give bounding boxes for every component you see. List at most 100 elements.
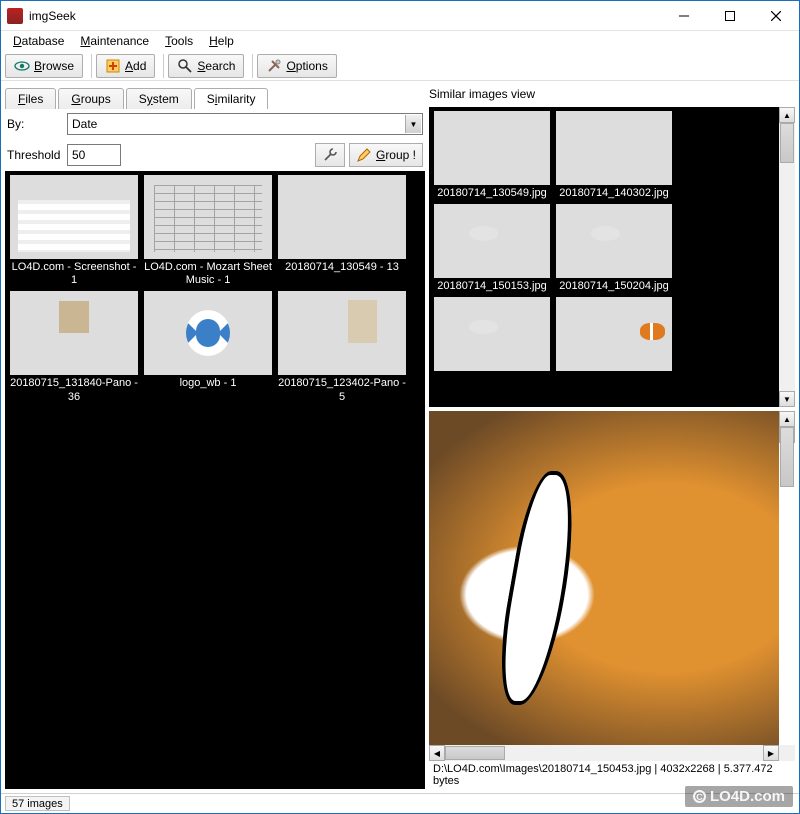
threshold-row: Threshold Group ! (5, 139, 425, 171)
thumbnail-item[interactable]: 20180714_150153.jpg (433, 204, 551, 293)
options-label: ptions (296, 59, 328, 73)
thumbnail-image (556, 297, 672, 371)
thumbnail-caption: 20180714_130549 - 13 (285, 261, 399, 274)
threshold-settings-button[interactable] (315, 143, 345, 167)
add-icon (105, 58, 121, 74)
thumbnail-item[interactable] (433, 297, 551, 373)
thumbnail-caption: logo_wb - 1 (180, 377, 237, 390)
left-thumbnail-area[interactable]: LO4D.com - Screenshot - 1LO4D.com - Moza… (5, 171, 425, 789)
group-button[interactable]: Group ! (349, 143, 423, 167)
scroll-left-icon[interactable]: ◀ (429, 745, 445, 761)
add-button[interactable]: Add (96, 54, 155, 78)
thumbnail-image (434, 204, 550, 278)
thumbnail-image (144, 291, 272, 375)
window-title: imgSeek (29, 9, 661, 23)
eye-icon (14, 58, 30, 74)
thumbnail-image (278, 175, 406, 259)
app-window: imgSeek Database Maintenance Tools Help … (0, 0, 800, 814)
thumbnail-caption: 20180715_123402-Pano - 5 (277, 377, 407, 403)
thumbnail-image (10, 175, 138, 259)
thumbnail-item[interactable]: logo_wb - 1 (143, 291, 273, 403)
browse-button[interactable]: Browse (5, 54, 83, 78)
menubar: Database Maintenance Tools Help (1, 31, 799, 51)
statusbar: 57 images (1, 793, 799, 813)
by-row: By: Date ▼ (5, 109, 425, 139)
similar-vertical-scrollbar[interactable]: ▲ ▼ (779, 107, 795, 407)
preview-image[interactable] (429, 411, 779, 745)
thumbnail-item[interactable] (555, 297, 673, 373)
scroll-right-icon[interactable]: ▶ (763, 745, 779, 761)
tab-groups[interactable]: Groups (58, 88, 123, 109)
similar-images-panel: 20180714_130549.jpg 20180714_140302.jpg 20… (429, 107, 795, 407)
scrollbar-thumb[interactable] (445, 746, 505, 760)
thumbnail-item[interactable]: 20180714_130549 - 13 (277, 175, 407, 287)
tab-similarity[interactable]: Similarity (194, 88, 269, 109)
left-column: Files Groups System Similarity By: Date … (5, 85, 425, 789)
right-column: Similar images view 20180714_130549.jpg2… (429, 85, 795, 789)
search-button[interactable]: Search (168, 54, 244, 78)
by-label: By: (7, 117, 63, 131)
toolbar-divider (252, 54, 253, 78)
scrollbar-thumb[interactable] (780, 427, 794, 487)
status-image-count: 57 images (5, 796, 70, 811)
thumbnail-item[interactable]: LO4D.com - Mozart Sheet Music - 1 (143, 175, 273, 287)
preview-status: D:\LO4D.com\Images\20180714_150453.jpg |… (429, 761, 795, 789)
titlebar: imgSeek (1, 1, 799, 31)
group-label: roup ! (385, 148, 416, 162)
close-button[interactable] (753, 1, 799, 31)
thumbnail-image (434, 111, 550, 185)
scroll-up-icon[interactable]: ▲ (779, 107, 795, 123)
scroll-corner (779, 745, 795, 761)
chevron-down-icon: ▼ (405, 115, 421, 133)
thumbnail-item[interactable]: 20180714_150204.jpg (555, 204, 673, 293)
add-label: dd (133, 59, 146, 73)
pencil-icon (356, 147, 372, 163)
thumbnail-image (10, 291, 138, 375)
thumbnail-item[interactable]: 20180715_131840-Pano - 36 (9, 291, 139, 403)
scrollbar-thumb[interactable] (780, 123, 794, 163)
content-area: Files Groups System Similarity By: Date … (1, 81, 799, 793)
menu-help[interactable]: Help (201, 32, 242, 50)
tab-files[interactable]: Files (5, 88, 56, 109)
options-button[interactable]: Options (257, 54, 336, 78)
by-combobox[interactable]: Date ▼ (67, 113, 423, 135)
thumbnail-caption: LO4D.com - Screenshot - 1 (9, 261, 139, 287)
thumbnail-item[interactable]: 20180714_140302.jpg (555, 111, 673, 200)
scroll-up-icon[interactable]: ▲ (779, 411, 795, 427)
preview-horizontal-scrollbar[interactable]: ◀ ▶ (429, 745, 779, 761)
thumbnail-item[interactable]: 20180714_130549.jpg (433, 111, 551, 200)
thumbnail-image (144, 175, 272, 259)
search-label: earch (205, 59, 235, 73)
similar-thumbnail-area[interactable]: 20180714_130549.jpg 20180714_140302.jpg 20… (429, 107, 779, 407)
by-value: Date (72, 117, 97, 131)
tools-icon (266, 58, 282, 74)
thumbnail-item[interactable]: LO4D.com - Screenshot - 1 (9, 175, 139, 287)
threshold-label: Threshold (7, 148, 63, 162)
menu-maintenance[interactable]: Maintenance (72, 32, 157, 50)
thumbnail-item[interactable]: 20180715_123402-Pano - 5 (277, 291, 407, 403)
minimize-button[interactable] (661, 1, 707, 31)
thumbnail-caption: 20180714_150153.jpg (437, 280, 547, 293)
threshold-input[interactable] (67, 144, 121, 166)
thumbnail-image (556, 204, 672, 278)
toolbar-divider (163, 54, 164, 78)
tab-system[interactable]: System (126, 88, 192, 109)
wrench-icon (322, 147, 338, 163)
app-icon (7, 8, 23, 24)
toolbar: Browse Add Search Options (1, 51, 799, 81)
thumbnail-caption: 20180714_130549.jpg (437, 187, 547, 200)
search-icon (177, 58, 193, 74)
thumbnail-image (434, 297, 550, 371)
scroll-down-icon[interactable]: ▼ (779, 391, 795, 407)
thumbnail-caption: 20180715_131840-Pano - 36 (9, 377, 139, 403)
menu-tools[interactable]: Tools (157, 32, 201, 50)
thumbnail-image (556, 111, 672, 185)
left-tabs: Files Groups System Similarity (5, 85, 425, 109)
menu-database[interactable]: Database (5, 32, 72, 50)
browse-label: rowse (42, 59, 74, 73)
similar-view-label: Similar images view (429, 85, 795, 103)
thumbnail-caption: 20180714_140302.jpg (559, 187, 669, 200)
maximize-button[interactable] (707, 1, 753, 31)
thumbnail-caption: LO4D.com - Mozart Sheet Music - 1 (143, 261, 273, 287)
preview-vertical-scrollbar[interactable]: ▲ ▼ (779, 411, 795, 745)
